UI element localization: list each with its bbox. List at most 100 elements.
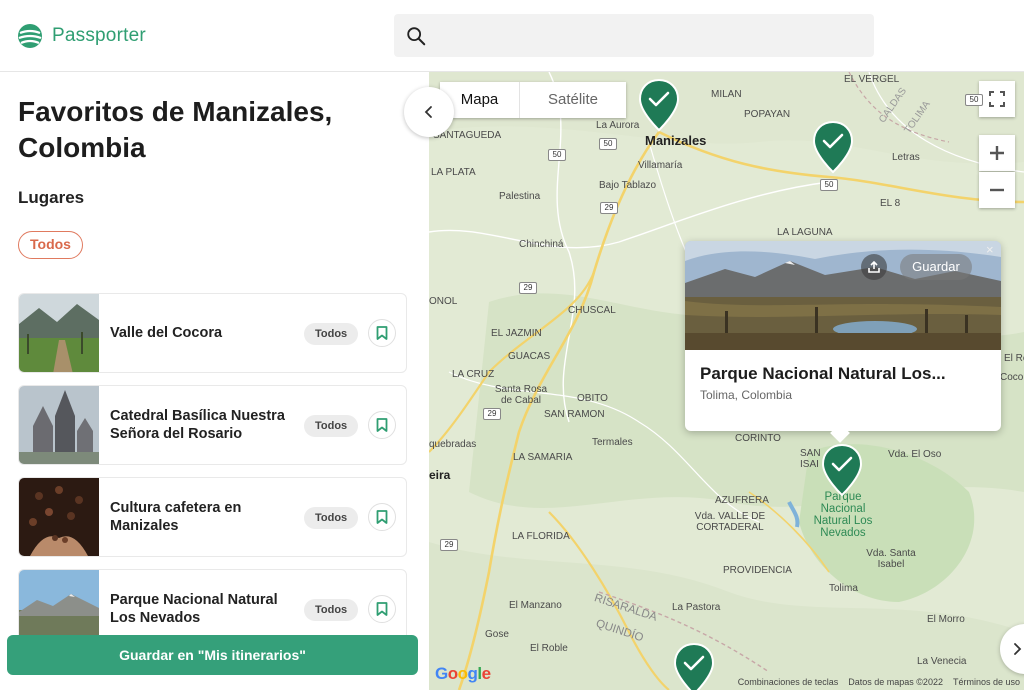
- map-label: El Re: [1004, 353, 1024, 364]
- page-title: Favoritos de Manizales, Colombia: [18, 96, 333, 163]
- map-data-attribution: Datos de mapas ©2022: [848, 677, 943, 687]
- bookmark-icon: [376, 510, 388, 524]
- map-label: AZUFRERA: [715, 495, 769, 506]
- road-shield: 29: [440, 539, 458, 551]
- map-label: Palestina: [499, 191, 541, 202]
- place-tag: Todos: [304, 507, 359, 529]
- plus-icon: [990, 146, 1004, 160]
- map-label: EL 8: [880, 198, 901, 209]
- place-marker[interactable]: [811, 120, 855, 174]
- map-label-city: eira: [429, 468, 451, 482]
- collapse-panel-button[interactable]: [404, 87, 454, 137]
- bookmark-button[interactable]: [368, 411, 396, 439]
- map-label: CORINTO: [735, 433, 781, 444]
- map-label: LA FLORIDA: [512, 531, 570, 542]
- minus-icon: [990, 188, 1004, 192]
- map-label-park: Parque Nacional Natural Los Nevados: [813, 491, 873, 539]
- bookmark-button[interactable]: [368, 319, 396, 347]
- map-label: El Roble: [530, 643, 568, 654]
- bookmark-icon: [376, 418, 388, 432]
- map-label: SAN RAMON: [544, 409, 605, 420]
- map-label: Villamaría: [638, 160, 683, 171]
- zoom-out-button[interactable]: [979, 172, 1015, 208]
- place-name: Valle del Cocora: [110, 325, 223, 341]
- map-label: SAN ISAI: [800, 448, 821, 470]
- map-label: OBITO: [577, 393, 608, 404]
- place-marker[interactable]: [672, 642, 716, 690]
- map-view[interactable]: Mapa Satélite MILAN POPAYAN EL VERGEL CA…: [429, 72, 1024, 690]
- google-logo: Google: [435, 664, 491, 683]
- road-shield: 29: [483, 408, 501, 420]
- filter-chip-todos[interactable]: Todos: [18, 231, 83, 259]
- map-label: Bajo Tablazo: [599, 180, 657, 191]
- place-thumbnail: [19, 386, 99, 464]
- bookmark-button[interactable]: [368, 595, 396, 623]
- map-label-city: Manizales: [645, 133, 707, 148]
- map-label: ONOL: [429, 296, 458, 307]
- place-tag: Todos: [304, 415, 359, 437]
- road-shield: 50: [965, 94, 983, 106]
- place-marker[interactable]: [637, 78, 681, 132]
- road-shield: 29: [519, 282, 537, 294]
- share-button[interactable]: [861, 254, 887, 280]
- map-label: LA PLATA: [431, 167, 476, 178]
- place-tag: Todos: [304, 599, 359, 621]
- map-label: La Pastora: [672, 602, 721, 613]
- map-label: La Venecia: [917, 656, 967, 667]
- map-label: Chinchiná: [519, 239, 564, 250]
- map-footer: Combinaciones de teclas Datos de mapas ©…: [738, 677, 1020, 687]
- keyboard-shortcuts-link[interactable]: Combinaciones de teclas: [738, 677, 839, 687]
- share-icon: [868, 261, 880, 273]
- popup-title: Parque Nacional Natural Los...: [700, 364, 946, 383]
- place-card[interactable]: Valle del Cocora Todos: [18, 293, 407, 373]
- section-label: Lugares: [18, 188, 85, 207]
- bookmark-button[interactable]: [368, 503, 396, 531]
- save-itinerary-button[interactable]: Guardar en "Mis itinerarios": [7, 635, 418, 675]
- place-name: Parque Nacional Natural Los Nevados: [110, 592, 278, 626]
- map-label: Vda. El Oso: [888, 449, 942, 460]
- passporter-logo-icon: [18, 24, 42, 48]
- map-label: Santa Rosa de Cabal: [494, 384, 548, 406]
- zoom-in-button[interactable]: [979, 135, 1015, 171]
- map-label: CHUSCAL: [568, 305, 616, 316]
- map-type-satelite[interactable]: Satélite: [520, 82, 626, 118]
- map-label: GUACAS: [508, 351, 551, 362]
- map-type-toggle[interactable]: Mapa Satélite: [440, 82, 626, 118]
- place-name: Cultura cafetera en Manizales: [110, 500, 242, 534]
- map-label: EL JAZMIN: [491, 328, 542, 339]
- popup-close-button[interactable]: ×: [986, 242, 994, 257]
- fullscreen-button[interactable]: [979, 81, 1015, 117]
- place-card[interactable]: Cultura cafetera en Manizales Todos: [18, 477, 407, 557]
- place-tag: Todos: [304, 323, 359, 345]
- road-shield: 50: [548, 149, 566, 161]
- terms-link[interactable]: Términos de uso: [953, 677, 1020, 687]
- map-label: EL VERGEL: [844, 74, 900, 85]
- search-input[interactable]: [394, 14, 874, 57]
- place-thumbnail: [19, 294, 99, 372]
- popup-save-button[interactable]: Guardar: [900, 254, 972, 280]
- top-bar: Passporter: [0, 0, 1024, 72]
- map-label: PROVIDENCIA: [723, 565, 792, 576]
- map-label: POPAYAN: [744, 109, 791, 120]
- popup-subtitle: Tolima, Colombia: [700, 388, 793, 402]
- place-thumbnail: [19, 478, 99, 556]
- map-label: MILAN: [711, 89, 742, 100]
- fullscreen-icon: [989, 91, 1005, 107]
- app-logo[interactable]: Passporter: [16, 22, 146, 50]
- map-label: Letras: [892, 152, 920, 163]
- map-label: La Aurora: [596, 120, 640, 131]
- map-label: LA CRUZ: [452, 369, 495, 380]
- app-name: Passporter: [52, 25, 146, 46]
- place-card[interactable]: Catedral Basílica Nuestra Señora del Ros…: [18, 385, 407, 465]
- place-marker-selected[interactable]: [820, 443, 864, 497]
- map-label: LA LAGUNA: [777, 227, 833, 238]
- map-label: Tolima: [829, 583, 858, 594]
- bookmark-icon: [376, 602, 388, 616]
- place-popup[interactable]: Guardar × Parque Nacional Natural Los...…: [685, 241, 1001, 443]
- road-shield: 50: [820, 179, 838, 191]
- bookmark-icon: [376, 326, 388, 340]
- map-label: Termales: [592, 437, 633, 448]
- map-label: LA SAMARIA: [513, 452, 573, 463]
- map-label: Vda. Santa Isabel: [866, 548, 916, 570]
- search-icon: [407, 27, 426, 46]
